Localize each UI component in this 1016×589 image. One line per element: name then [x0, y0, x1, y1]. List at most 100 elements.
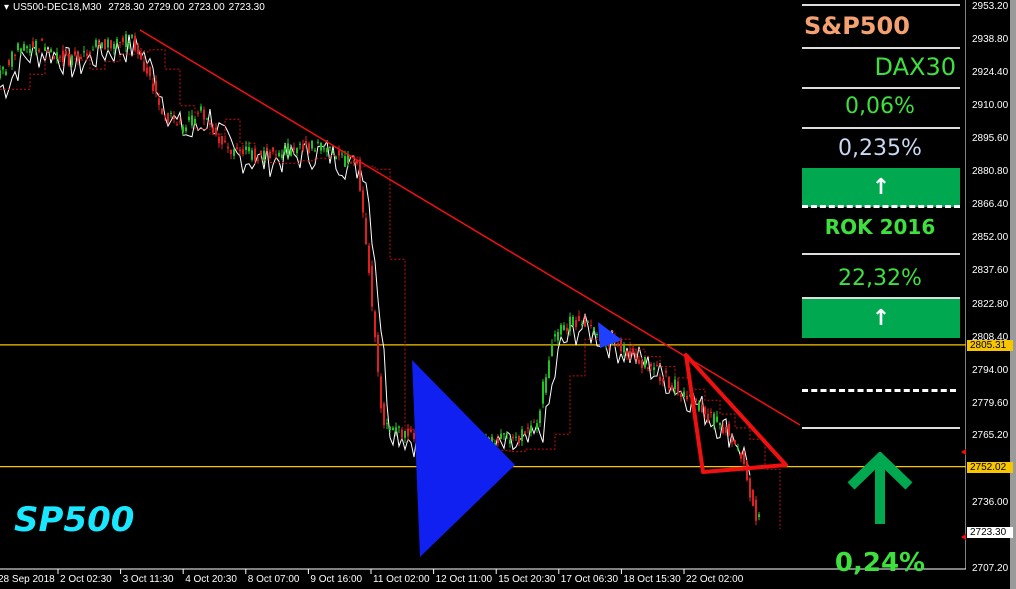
candle-body: [284, 148, 286, 153]
candle-body: [518, 436, 520, 443]
candle-body: [92, 49, 94, 51]
candle-body: [338, 150, 340, 156]
candle-body: [698, 402, 700, 411]
candle-body: [389, 426, 391, 431]
candle-body: [719, 422, 721, 426]
candle-body: [332, 152, 334, 154]
candle-body: [65, 50, 67, 55]
candle-body: [629, 350, 631, 359]
candle-body: [77, 53, 79, 62]
candle-body: [203, 109, 205, 120]
candle-body: [74, 51, 76, 55]
candle-body: [263, 150, 265, 160]
candle-body: [638, 359, 640, 364]
candle-body: [665, 370, 667, 373]
candle-body: [23, 44, 25, 51]
candle-body: [728, 423, 730, 436]
alert-marker: [961, 449, 966, 455]
candle-body: [755, 499, 757, 521]
candle-body: [194, 119, 196, 124]
candle-body: [56, 52, 58, 59]
change-value-2: 0,235%: [838, 136, 922, 161]
price-label: 2736.00: [972, 497, 1009, 509]
high-price: 2729.00: [148, 2, 185, 13]
candle-body: [20, 48, 22, 53]
price-label: 2779.60: [972, 397, 1009, 409]
price-label: 2707.20: [972, 563, 1009, 574]
candle-body: [632, 348, 634, 354]
candle-body: [593, 327, 595, 331]
chart-header: ▾ US500-DEC18,M30 2728.30 2729.00 2723.00 27…: [4, 2, 269, 13]
price-label: 2910.00: [972, 99, 1009, 111]
close-price: 2723.30: [228, 2, 265, 13]
overlay-index-line: [0, 34, 751, 476]
candle-body: [353, 160, 355, 164]
candle-body: [17, 43, 19, 51]
candle-body: [143, 61, 145, 71]
candle-body: [272, 147, 274, 152]
candle-body: [50, 49, 52, 53]
candle-body: [695, 398, 697, 402]
candle-body: [2, 66, 4, 70]
candle-body: [188, 116, 190, 121]
candle-body: [704, 407, 706, 415]
level-price-tag: 2752.02: [967, 461, 1013, 473]
candle-body: [656, 365, 658, 367]
candle-body: [344, 156, 346, 167]
collapse-triangle-icon[interactable]: ▾: [4, 2, 9, 13]
candle-body: [647, 367, 649, 370]
candle-body: [293, 147, 295, 150]
candle-body: [524, 431, 526, 434]
candle-body: [179, 121, 181, 123]
divider: [802, 427, 960, 429]
dashed-divider: [802, 205, 960, 208]
up-arrow-icon: ↑: [802, 168, 960, 207]
scrollbar[interactable]: [1010, 0, 1016, 589]
candle-body: [326, 148, 328, 153]
time-label: 17 Oct 06:30: [560, 574, 619, 585]
candle-body: [563, 325, 565, 331]
dashed-divider: [802, 389, 956, 392]
candle-body: [197, 112, 199, 114]
candle-body: [410, 429, 412, 432]
candle-body: [80, 56, 82, 60]
price-label: 2895.60: [972, 132, 1009, 144]
price-label: 2822.80: [972, 298, 1009, 310]
candle-body: [584, 319, 586, 327]
candle-body: [185, 127, 187, 132]
time-label: 2 Oct 02:30: [60, 574, 112, 585]
candle-body: [116, 38, 118, 44]
index-name: DAX30: [874, 53, 956, 81]
candle-body: [218, 136, 220, 144]
candle-body: [95, 40, 97, 47]
candle-body: [713, 413, 715, 425]
candle-body: [533, 421, 535, 423]
candle-body: [71, 55, 73, 65]
time-label: 4 Oct 20:30: [185, 574, 237, 585]
candle-body: [575, 320, 577, 328]
candle-body: [236, 147, 238, 149]
time-label: 22 Oct 02:00: [686, 574, 744, 585]
candle-body: [680, 394, 682, 397]
candle-body: [227, 146, 229, 149]
candle-body: [743, 451, 745, 464]
candle-body: [644, 356, 646, 368]
candle-body: [104, 39, 106, 50]
candle-body: [317, 141, 319, 143]
candle-body: [215, 127, 217, 135]
candle-body: [266, 149, 268, 152]
candle-body: [350, 162, 352, 164]
candle-body: [377, 334, 379, 372]
candle-body: [101, 42, 103, 48]
price-label: 2852.00: [972, 232, 1009, 244]
candle-body: [512, 436, 514, 439]
open-price: 2728.30: [108, 2, 145, 13]
candle-body: [242, 149, 244, 155]
candle-body: [311, 140, 313, 149]
candle-body: [5, 71, 7, 76]
candle-body: [365, 218, 367, 245]
candle-body: [107, 39, 109, 48]
candle-body: [245, 146, 247, 150]
candle-body: [725, 426, 727, 433]
candle-body: [509, 439, 511, 444]
